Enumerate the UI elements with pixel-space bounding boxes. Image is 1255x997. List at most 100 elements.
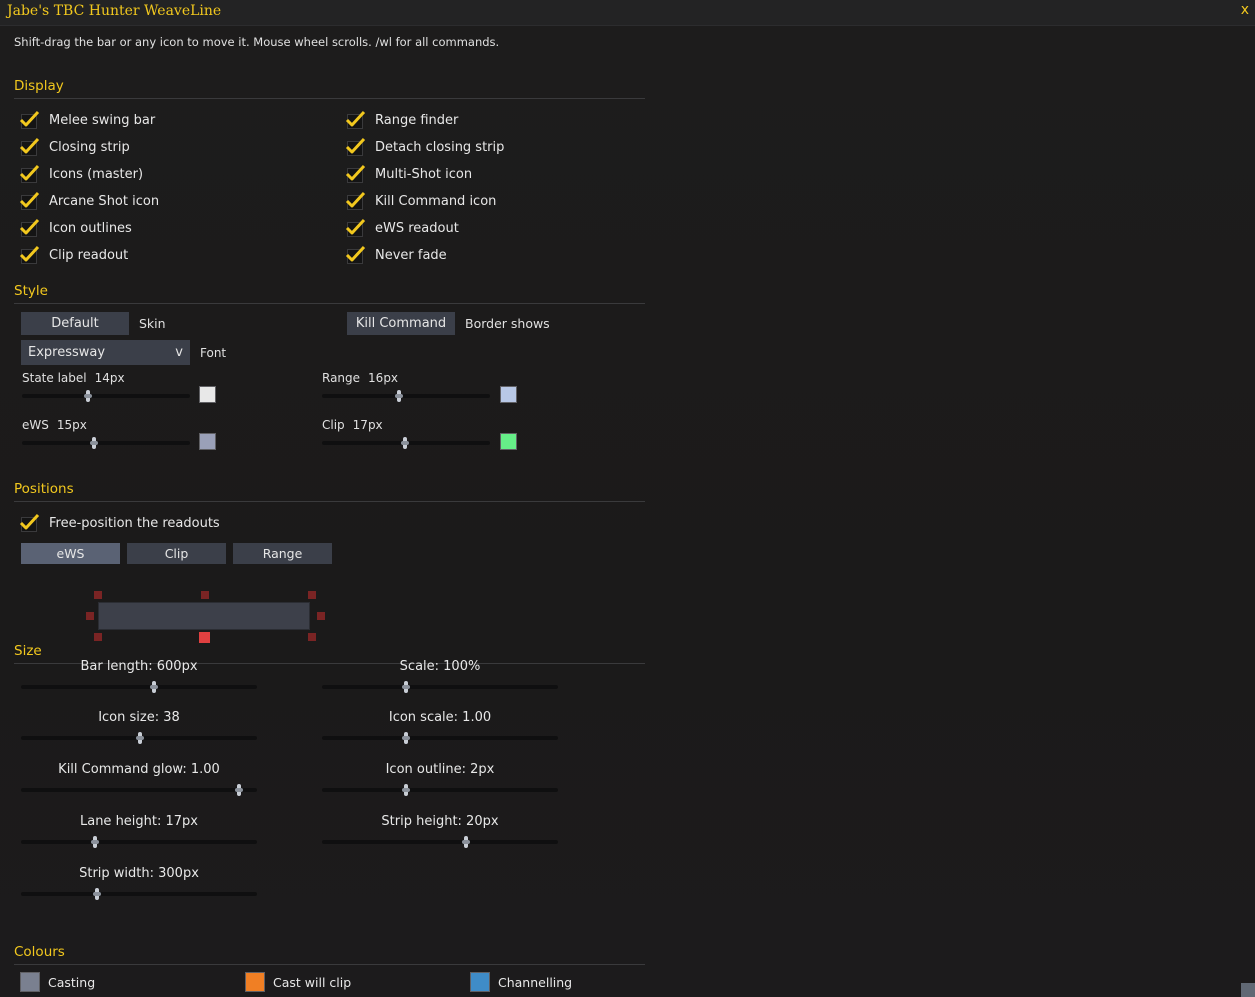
checkbox-label: Arcane Shot icon (49, 193, 160, 209)
checkbox-box[interactable] (345, 164, 366, 183)
checkbox-box[interactable] (19, 110, 40, 129)
slider-name: eWS (22, 418, 49, 432)
border-shows-button[interactable]: Kill Command (347, 312, 455, 335)
checkbox-label: Closing strip (49, 139, 130, 155)
checkbox-left[interactable]: Icon outlines (19, 218, 132, 238)
ews-color-swatch[interactable] (199, 433, 216, 450)
resize-handle-top[interactable] (201, 591, 209, 599)
checkbox-left[interactable]: Melee swing bar (19, 110, 155, 130)
size-slider[interactable] (21, 892, 257, 896)
readout-preview-bar[interactable] (98, 602, 310, 630)
slider-thumb[interactable] (91, 836, 100, 848)
checkbox-box[interactable] (345, 191, 366, 210)
size-slider[interactable] (322, 736, 558, 740)
section-positions: Positions (14, 481, 74, 497)
range-color-swatch[interactable] (500, 386, 517, 403)
checkbox-right[interactable]: Range finder (345, 110, 458, 130)
free-position-checkbox[interactable]: Free-position the readouts (19, 513, 220, 533)
checkmark-icon (19, 164, 40, 181)
checkbox-box[interactable] (19, 164, 40, 183)
checkbox-right[interactable]: Kill Command icon (345, 191, 496, 211)
resize-handle-left[interactable] (86, 612, 94, 620)
slider-value: 16px (368, 371, 399, 385)
checkmark-icon (345, 191, 366, 208)
slider-thumb[interactable] (136, 732, 145, 744)
checkbox-left[interactable]: Clip readout (19, 245, 128, 265)
slider-thumb[interactable] (401, 437, 410, 449)
size-slider-label: Icon outline: 2px (385, 762, 495, 777)
tab-ews[interactable]: eWS (21, 543, 120, 564)
section-colours: Colours (14, 944, 65, 960)
checkbox-label: eWS readout (375, 220, 459, 236)
size-slider[interactable] (21, 788, 257, 792)
resize-handle-bottom-left[interactable] (94, 633, 102, 641)
checkbox-left[interactable]: Icons (master) (19, 164, 143, 184)
checkmark-icon (19, 218, 40, 235)
tab-clip[interactable]: Clip (127, 543, 226, 564)
slider-thumb[interactable] (90, 437, 99, 449)
size-slider[interactable] (21, 840, 257, 844)
colour-cast-will-clip[interactable]: Cast will clip (245, 972, 351, 992)
slider-thumb[interactable] (401, 784, 410, 796)
size-slider[interactable] (322, 685, 558, 689)
slider-thumb[interactable] (395, 390, 404, 402)
slider-thumb[interactable] (235, 784, 244, 796)
checkbox-right[interactable]: Detach closing strip (345, 137, 504, 157)
color-swatch[interactable] (20, 972, 40, 992)
resize-handle-top-right[interactable] (308, 591, 316, 599)
ews-slider[interactable] (22, 441, 190, 445)
checkbox-right[interactable]: Never fade (345, 245, 447, 265)
skin-button[interactable]: Default (21, 312, 129, 335)
checkbox-box[interactable] (345, 218, 366, 237)
checkbox-left[interactable]: Closing strip (19, 137, 130, 157)
font-dropdown-value: Expressway (28, 345, 106, 360)
window-titlebar[interactable]: Jabe's TBC Hunter WeaveLine x (0, 0, 1255, 26)
checkbox-right[interactable]: Multi-Shot icon (345, 164, 472, 184)
section-style: Style (14, 283, 48, 299)
tab-range[interactable]: Range (233, 543, 332, 564)
range-slider[interactable] (322, 394, 490, 398)
size-slider[interactable] (21, 685, 257, 689)
resize-grip[interactable] (1241, 983, 1255, 997)
checkbox-right[interactable]: eWS readout (345, 218, 459, 238)
slider-thumb[interactable] (150, 681, 159, 693)
slider-thumb[interactable] (84, 390, 93, 402)
section-divider (14, 501, 645, 502)
color-swatch[interactable] (245, 972, 265, 992)
checkbox-box[interactable] (345, 245, 366, 264)
size-slider-label: Icon scale: 1.00 (388, 710, 492, 725)
state-label-color-swatch[interactable] (199, 386, 216, 403)
close-icon[interactable]: x (1241, 2, 1249, 18)
checkbox-box[interactable] (345, 137, 366, 156)
size-slider-label: Scale: 100% (399, 659, 481, 674)
slider-thumb[interactable] (92, 888, 101, 900)
checkbox-left[interactable]: Arcane Shot icon (19, 191, 160, 211)
checkbox-box[interactable] (19, 191, 40, 210)
font-label: Font (200, 346, 227, 360)
font-dropdown[interactable]: Expressway v (21, 340, 190, 365)
resize-handle-bottom-right[interactable] (308, 633, 316, 641)
slider-thumb[interactable] (461, 836, 470, 848)
resize-handle-bottom[interactable] (199, 632, 210, 643)
size-slider[interactable] (322, 788, 558, 792)
checkbox-box[interactable] (19, 513, 40, 532)
checkbox-box[interactable] (19, 218, 40, 237)
checkmark-icon (19, 245, 40, 262)
checkbox-box[interactable] (19, 245, 40, 264)
size-slider[interactable] (322, 840, 558, 844)
range-slider-label: Range 16px (322, 371, 398, 385)
size-slider-label: Bar length: 600px (80, 659, 198, 674)
checkbox-label: Icon outlines (49, 220, 132, 236)
resize-handle-top-left[interactable] (94, 591, 102, 599)
checkbox-box[interactable] (19, 137, 40, 156)
colour-channelling[interactable]: Channelling (470, 972, 572, 992)
resize-handle-right[interactable] (317, 612, 325, 620)
state-label-slider[interactable] (22, 394, 190, 398)
checkbox-box[interactable] (345, 110, 366, 129)
slider-thumb[interactable] (401, 681, 410, 693)
checkmark-icon (19, 513, 40, 530)
slider-thumb[interactable] (401, 732, 410, 744)
clip-color-swatch[interactable] (500, 433, 517, 450)
color-swatch[interactable] (470, 972, 490, 992)
colour-casting[interactable]: Casting (20, 972, 95, 992)
